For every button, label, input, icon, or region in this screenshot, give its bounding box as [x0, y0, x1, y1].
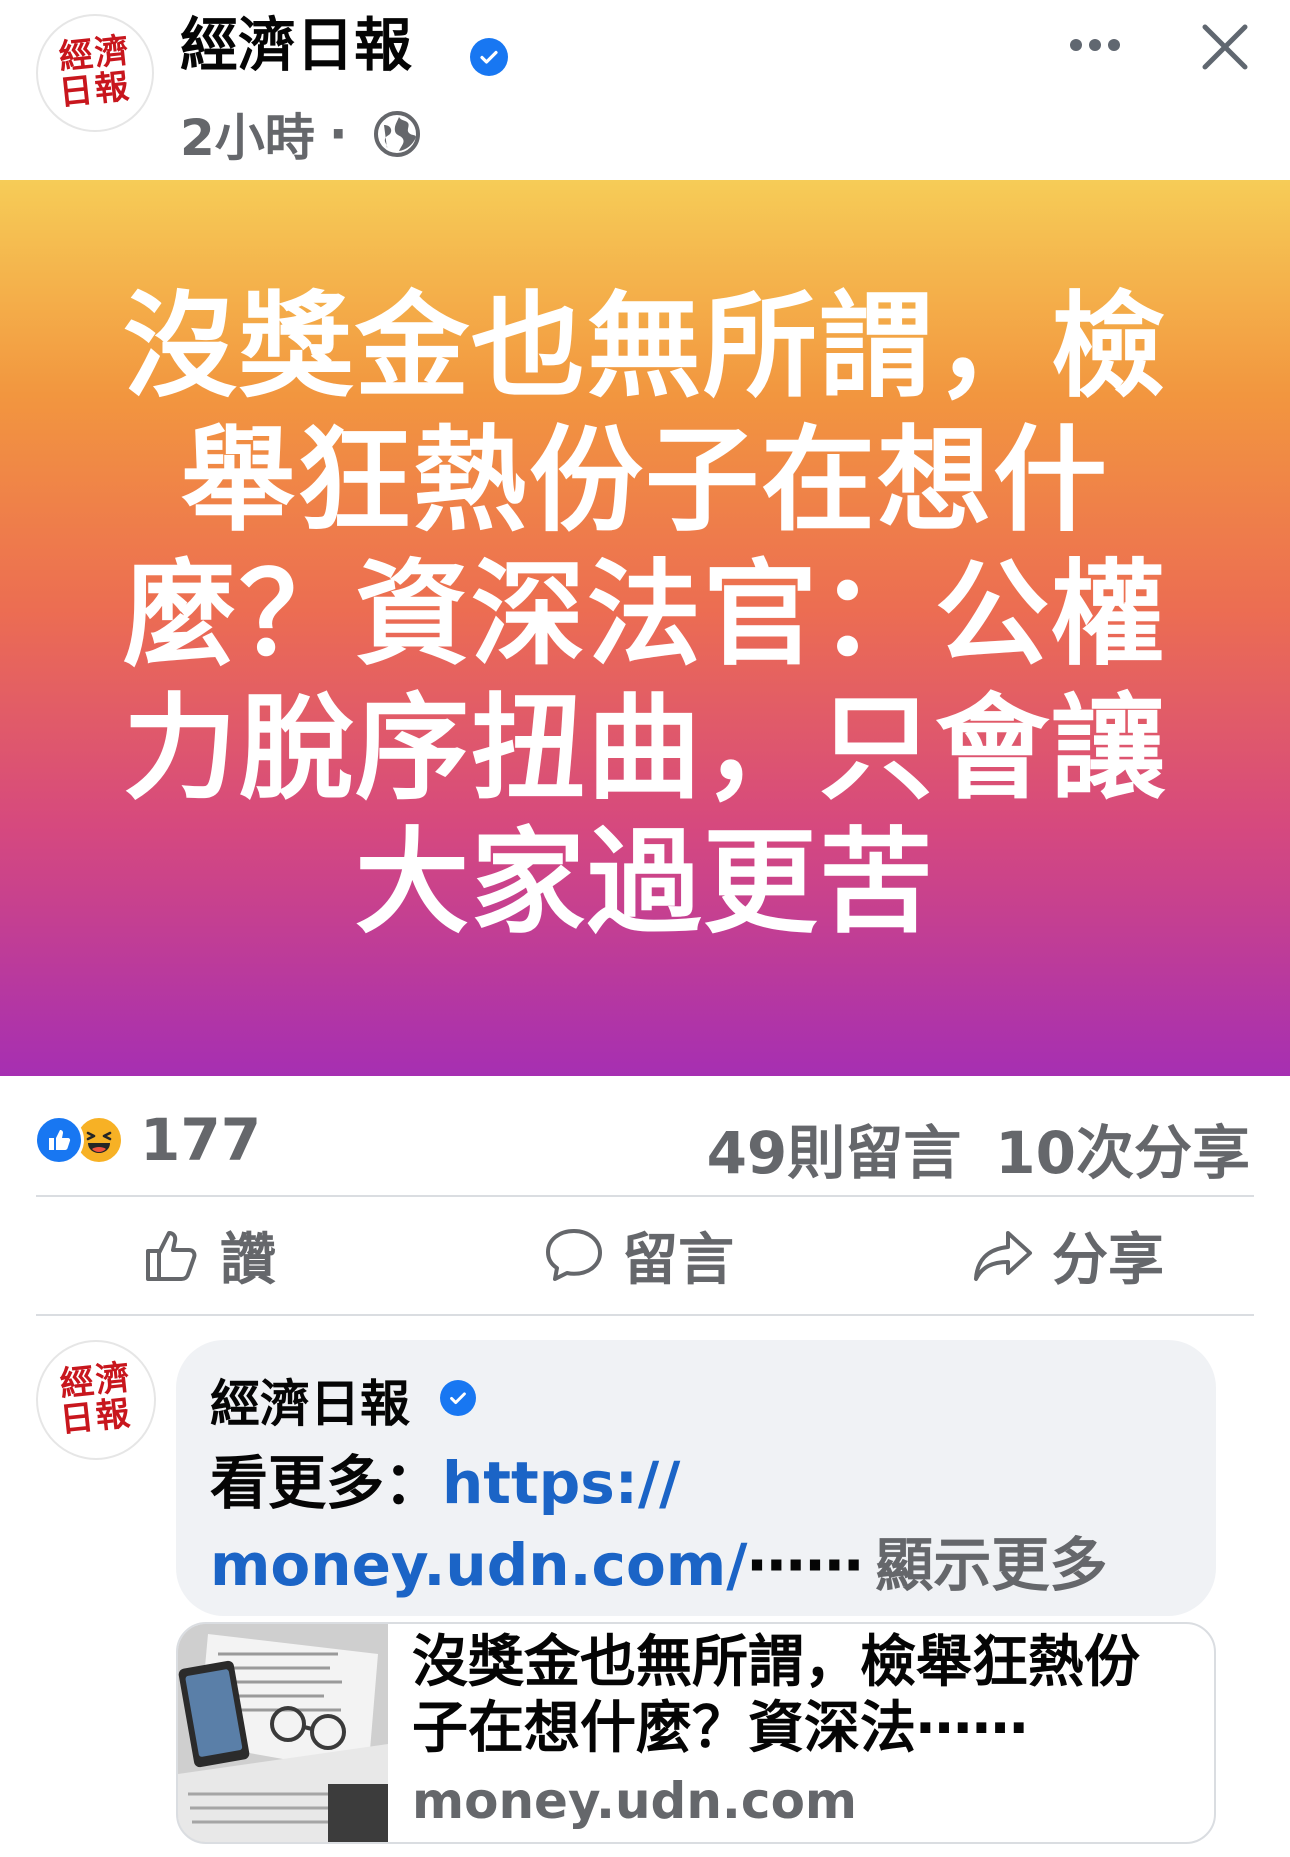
comment-link-part1[interactable]: https:// — [442, 1449, 680, 1517]
banner-text: 沒獎金也無所謂，檢舉狂熱份子在想什麼？資深法官：公權力脫序扭曲，只會讓大家過更苦 — [122, 280, 1167, 949]
meta-separator: · — [328, 105, 348, 163]
divider — [36, 1314, 1254, 1316]
comment-avatar[interactable]: 經濟 日報 — [36, 1340, 156, 1460]
page-name[interactable]: 經濟日報 — [180, 13, 412, 78]
comments-count[interactable]: 49則留言 — [707, 1119, 962, 1187]
like-button[interactable]: 讚 — [142, 1215, 276, 1295]
post-meta: 2小時 · — [180, 98, 422, 170]
comment-bubble[interactable]: 經濟日報 看更多：https:// money.udn.com/⋯⋯ 顯示更多 — [176, 1340, 1216, 1616]
reaction-count: 177 — [140, 1106, 262, 1174]
post-banner[interactable]: 沒獎金也無所謂，檢舉狂熱份子在想什麼？資深法官：公權力脫序扭曲，只會讓大家過更苦 — [0, 180, 1290, 1076]
link-domain: money.udn.com — [412, 1772, 858, 1830]
thumbs-up-icon — [146, 1231, 197, 1281]
share-button[interactable]: 分享 — [972, 1215, 1164, 1295]
more-dots-icon[interactable] — [1060, 18, 1130, 72]
link-preview-card[interactable]: 沒獎金也無所謂，檢舉狂熱份子在想什麼？資深法⋯⋯ money.udn.com — [176, 1622, 1216, 1844]
comment-ellipsis: ⋯⋯ — [747, 1531, 864, 1599]
verified-badge-icon — [440, 1380, 476, 1416]
like-label: 讚 — [220, 1227, 276, 1293]
reactions-summary[interactable]: 177 — [34, 1106, 261, 1174]
comment-label: 留言 — [622, 1227, 734, 1293]
avatar-text-line2: 日報 — [57, 66, 133, 114]
comment-button[interactable]: 留言 — [544, 1215, 734, 1295]
share-label: 分享 — [1052, 1227, 1164, 1293]
globe-icon[interactable] — [372, 109, 422, 159]
see-more-link[interactable]: 顯示更多 — [875, 1531, 1107, 1599]
shares-count[interactable]: 10次分享 — [995, 1119, 1250, 1187]
comment-text-line2: money.udn.com/⋯⋯ 顯示更多 — [210, 1518, 1107, 1602]
avatar-text-line2: 日報 — [58, 1393, 134, 1441]
verified-badge-icon — [470, 38, 508, 76]
comment-author[interactable]: 經濟日報 — [210, 1364, 410, 1436]
divider — [36, 1195, 1254, 1197]
comment-text: 看更多：https:// — [210, 1436, 680, 1520]
comment-prefix: 看更多： — [210, 1449, 443, 1517]
comment-link-part2[interactable]: money.udn.com/ — [210, 1531, 747, 1599]
like-reaction-icon — [34, 1115, 84, 1165]
share-arrow-icon — [974, 1231, 1032, 1281]
page-avatar[interactable]: 經濟 日報 — [36, 14, 154, 132]
link-title: 沒獎金也無所謂，檢舉狂熱份子在想什麼？資深法⋯⋯ — [412, 1630, 1140, 1761]
comment-bubble-icon — [546, 1229, 602, 1281]
close-icon[interactable] — [1192, 14, 1258, 80]
engagement-stats: 49則留言 10次分享 — [707, 1106, 1250, 1190]
link-thumbnail — [178, 1624, 388, 1842]
post-time[interactable]: 2小時 — [180, 98, 315, 170]
